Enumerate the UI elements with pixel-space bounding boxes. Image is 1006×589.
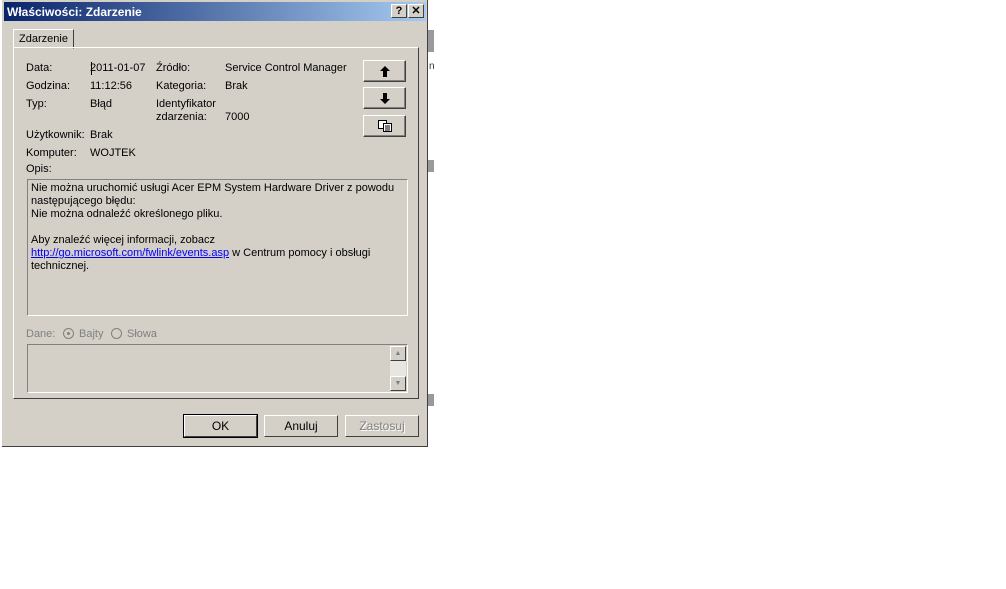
copy-icon xyxy=(377,120,392,132)
help-link[interactable]: http://go.microsoft.com/fwlink/events.as… xyxy=(31,247,229,259)
type-value[interactable]: Błąd xyxy=(90,98,112,110)
title-bar[interactable]: Właściwości: Zdarzenie ? ✕ xyxy=(4,2,426,21)
data-textbox[interactable]: ▲ ▼ xyxy=(27,344,408,393)
time-value[interactable]: 11:12:56 xyxy=(90,80,132,92)
time-label: Godzina: xyxy=(26,80,71,92)
next-event-button[interactable] xyxy=(363,87,406,109)
background-window-fragment xyxy=(428,160,434,172)
description-line: technicznej. xyxy=(31,260,90,272)
vertical-scrollbar[interactable]: ▲ ▼ xyxy=(390,346,406,391)
arrow-up-icon xyxy=(379,65,390,77)
computer-label: Komputer: xyxy=(26,147,77,159)
description-textbox[interactable]: Nie można uruchomić usługi Acer EPM Syst… xyxy=(27,179,408,316)
arrow-down-icon xyxy=(379,92,390,104)
description-line xyxy=(31,221,404,234)
tab-zdarzenie[interactable]: Zdarzenie xyxy=(13,29,74,49)
source-value[interactable]: Service Control Manager xyxy=(225,62,347,74)
window-title: Właściwości: Zdarzenie xyxy=(7,5,142,19)
copy-button[interactable] xyxy=(363,115,406,137)
background-window-fragment: n xyxy=(429,61,435,72)
event-id-label-line2: zdarzenia: xyxy=(156,111,207,123)
description-line: http://go.microsoft.com/fwlink/events.as… xyxy=(31,247,404,260)
event-id-value[interactable]: 7000 xyxy=(225,111,249,123)
description-label: Opis: xyxy=(26,163,52,175)
description-line: Nie można uruchomić usługi Acer EPM Syst… xyxy=(31,182,395,194)
description-line: Aby znaleźć więcej informacji, zobacz xyxy=(31,234,216,246)
computer-value[interactable]: WOJTEK xyxy=(90,147,136,159)
bytes-radio[interactable] xyxy=(63,328,74,339)
previous-event-button[interactable] xyxy=(363,60,406,82)
bytes-radio-label: Bajty xyxy=(79,328,104,340)
date-label: Data: xyxy=(26,62,53,74)
category-label: Kategoria: xyxy=(156,80,207,92)
source-label: Źródło: xyxy=(156,62,191,74)
description-line: następującego błędu: xyxy=(31,195,136,207)
help-button[interactable]: ? xyxy=(391,4,407,18)
background-window-fragment xyxy=(428,30,434,52)
words-radio[interactable] xyxy=(111,328,122,339)
user-value[interactable]: Brak xyxy=(90,129,113,141)
scroll-down-icon[interactable]: ▼ xyxy=(390,376,406,391)
description-line: Nie można odnaleźć określonego pliku. xyxy=(31,208,223,220)
event-properties-dialog: Właściwości: Zdarzenie ? ✕ Zdarzenie Dat… xyxy=(2,0,428,447)
date-value[interactable]: 2011-01-07 xyxy=(90,62,145,74)
apply-button[interactable]: Zastosuj xyxy=(345,415,419,437)
user-label: Użytkownik: xyxy=(26,129,85,141)
scroll-up-icon[interactable]: ▲ xyxy=(390,346,406,361)
ok-button[interactable]: OK xyxy=(183,414,258,438)
category-value[interactable]: Brak xyxy=(225,80,248,92)
event-id-label-line1: Identyfikator xyxy=(156,98,216,110)
type-label: Typ: xyxy=(26,98,47,110)
description-line-tail: w Centrum pomocy i obsługi xyxy=(229,247,371,259)
close-button[interactable]: ✕ xyxy=(408,4,424,18)
data-label: Dane: xyxy=(26,328,56,340)
words-radio-label: Słowa xyxy=(127,328,157,340)
background-window-fragment xyxy=(428,394,434,406)
cancel-button[interactable]: Anuluj xyxy=(264,415,338,437)
